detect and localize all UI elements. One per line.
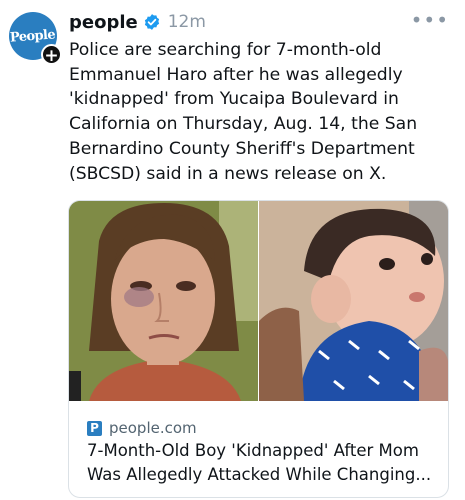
post-text: Police are searching for 7-month-old Emm… — [69, 40, 418, 184]
baby-photo — [259, 201, 448, 401]
avatar-logo-text: People — [9, 26, 56, 46]
avatar[interactable]: People + — [9, 12, 62, 66]
mother-photo-illustration — [69, 201, 258, 401]
verified-check-icon — [144, 14, 159, 30]
card-images — [69, 201, 448, 401]
card-source: P people.com — [87, 419, 197, 437]
baby-photo-illustration — [259, 201, 448, 401]
post-header: people 12m — [69, 10, 206, 34]
link-preview-card[interactable]: P people.com 7-Month-Old Boy 'Kidnapped'… — [68, 200, 449, 498]
card-domain: people.com — [109, 419, 197, 437]
more-horizontal-icon[interactable]: ••• — [411, 8, 449, 32]
timestamp: 12m — [167, 12, 206, 32]
mother-photo — [69, 201, 258, 401]
plus-icon[interactable]: + — [41, 44, 62, 66]
card-title[interactable]: 7-Month-Old Boy 'Kidnapped' After Mom Wa… — [87, 439, 435, 487]
username[interactable]: people — [69, 12, 138, 33]
people-favicon-icon: P — [87, 420, 102, 436]
